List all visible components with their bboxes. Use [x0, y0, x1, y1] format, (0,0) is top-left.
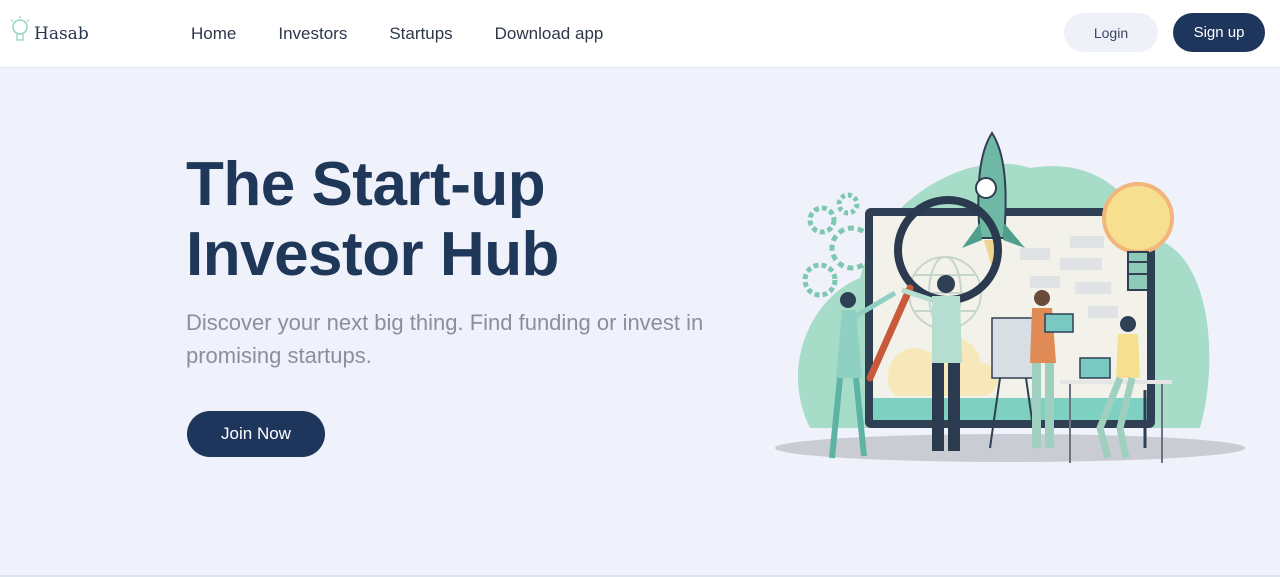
brand-name: Hasab — [34, 23, 89, 44]
nav-item-investors[interactable]: Investors — [278, 24, 347, 44]
main-nav: Home Investors Startups Download app — [191, 24, 645, 44]
nav-item-home[interactable]: Home — [191, 24, 236, 44]
nav-item-startups[interactable]: Startups — [389, 24, 452, 44]
hero-title-line2: Investor Hub — [186, 220, 559, 289]
top-navbar: Hasab Home Investors Startups Download a… — [0, 0, 1280, 68]
hero-subtitle: Discover your next big thing. Find fundi… — [186, 310, 704, 368]
hero-title-line1: The Start-up — [186, 150, 546, 219]
hero-title: The Start-up Investor Hub — [186, 150, 559, 290]
nav-item-download-app[interactable]: Download app — [495, 24, 604, 44]
startup-team-rocket-illustration — [770, 128, 1250, 478]
login-button[interactable]: Login — [1064, 13, 1158, 52]
signup-button[interactable]: Sign up — [1173, 13, 1265, 52]
join-now-button[interactable]: Join Now — [187, 411, 325, 457]
brand-logo[interactable]: Hasab — [10, 16, 89, 51]
lightbulb-icon — [10, 16, 30, 51]
